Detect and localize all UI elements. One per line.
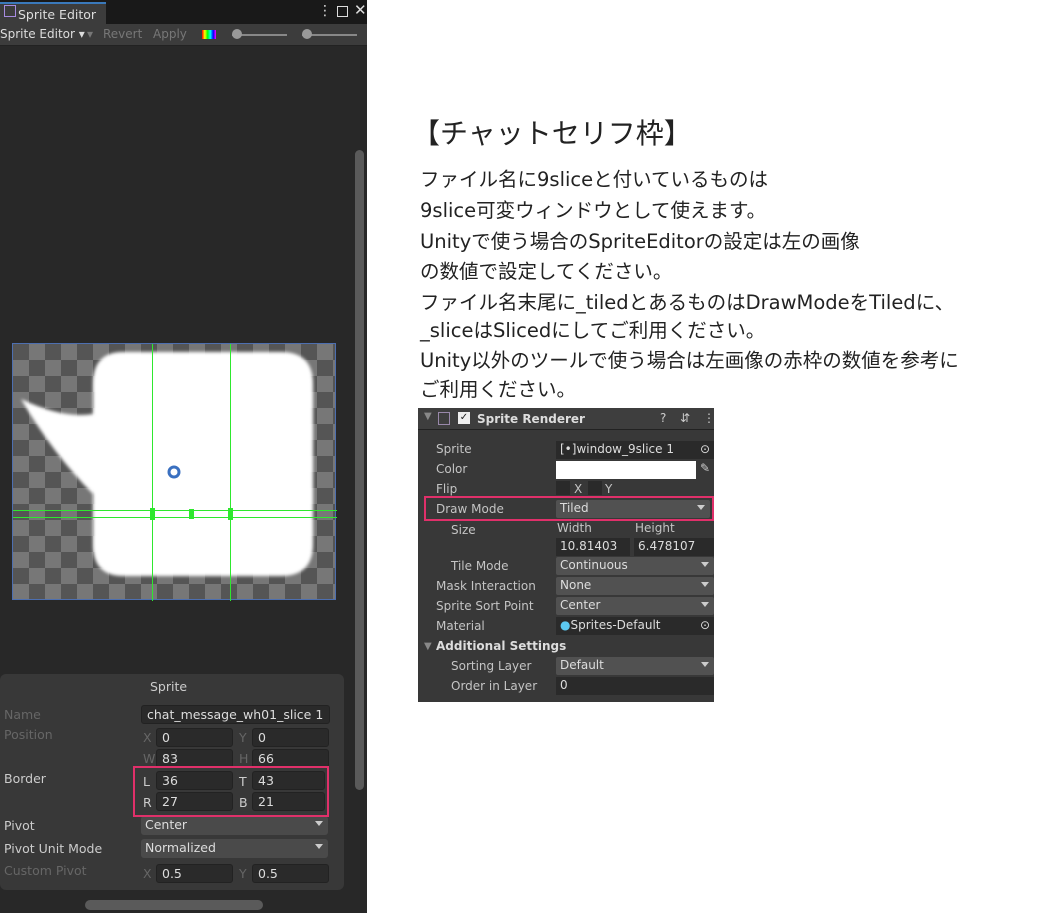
panel-title: Sprite	[150, 679, 188, 694]
flip-y-label: Y	[605, 482, 613, 496]
flip-label: Flip	[436, 482, 458, 496]
color-label: Color	[436, 462, 468, 476]
zoom-slider-handle[interactable]	[232, 29, 242, 39]
highlight-box	[424, 496, 714, 521]
slice-line-left[interactable]	[152, 344, 153, 601]
object-picker-icon: ⊙	[699, 442, 710, 456]
mask-label: Mask Interaction	[436, 579, 536, 593]
component-title: Sprite Renderer	[477, 412, 585, 426]
sprite-canvas[interactable]	[12, 343, 337, 601]
speech-bubble-sprite	[21, 352, 313, 576]
apply-button[interactable]: Apply	[153, 27, 187, 41]
fold-arrow-icon[interactable]: ▼	[424, 641, 432, 652]
custom-pivot-y-field[interactable]: 0.5	[252, 864, 329, 883]
pivot-dropdown[interactable]: Center	[141, 816, 328, 835]
slice-handle[interactable]	[189, 509, 194, 519]
article-line: ご利用ください。	[420, 378, 577, 401]
vertical-scrollbar[interactable]	[355, 150, 364, 790]
w-label: W	[143, 751, 156, 766]
sprite-editor-icon	[4, 5, 16, 17]
tab-label: Sprite Editor	[18, 7, 97, 22]
sort-point-label: Sprite Sort Point	[436, 599, 534, 613]
extra-dropdown[interactable]: ▾	[87, 27, 93, 41]
maximize-icon[interactable]	[337, 6, 348, 17]
height-label: Height	[635, 521, 675, 535]
preset-icon[interactable]: ⇵	[680, 411, 690, 425]
slice-line-top[interactable]	[13, 510, 337, 511]
sprite-label: Sprite	[436, 442, 472, 456]
cx-label: X	[143, 866, 152, 881]
flip-x-checkbox[interactable]	[556, 481, 570, 495]
tile-mode-dropdown[interactable]: Continuous	[556, 557, 714, 575]
mode-dropdown[interactable]: Sprite Editor ▾	[0, 27, 85, 41]
position-label: Position	[4, 727, 53, 742]
object-picker-icon: ⊙	[699, 618, 710, 632]
width-label: Width	[557, 521, 592, 535]
height-field[interactable]: 6.478107	[634, 538, 714, 556]
article-title: 【チャットセリフ枠】	[412, 117, 692, 150]
article-line: Unity以外のツールで使う場合は左画像の赤枠の数値を参考に	[420, 349, 959, 372]
mask-dropdown[interactable]: None	[556, 577, 714, 595]
sprite-editor-window: Sprite Editor ⋮ ✕ Sprite Editor ▾ ▾ Reve…	[0, 0, 367, 913]
article-line: _sliceはSlicedにしてご利用ください。	[420, 319, 766, 342]
more-icon[interactable]: ⋮	[703, 411, 715, 425]
pivot-unit-label: Pivot Unit Mode	[4, 841, 103, 856]
sprite-field[interactable]: [•]window_9slice 1 ⊙	[556, 441, 714, 459]
sprite-panel: Sprite Name chat_message_wh01_slice 1 Po…	[0, 674, 344, 890]
name-label: Name	[4, 707, 41, 722]
width-field[interactable]: 10.81403	[556, 538, 630, 556]
fold-arrow-icon[interactable]: ▼	[424, 411, 432, 422]
help-icon[interactable]: ?	[660, 411, 666, 425]
toolbar: Sprite Editor ▾ ▾ Revert Apply	[0, 24, 367, 46]
inspector-screenshot: ▼ ✓ Sprite Renderer ? ⇵ ⋮ Sprite [•]wind…	[418, 408, 715, 702]
position-x-field[interactable]: 0	[156, 728, 233, 747]
flip-y-checkbox[interactable]	[588, 481, 602, 495]
additional-settings-foldout[interactable]: Additional Settings	[436, 639, 566, 653]
color-channel-icon[interactable]	[202, 30, 216, 39]
slice-line-bottom[interactable]	[13, 517, 337, 518]
tile-mode-label: Tile Mode	[451, 559, 509, 573]
slice-handle[interactable]	[150, 508, 155, 520]
sprite-renderer-icon	[438, 412, 450, 425]
border-label: Border	[4, 771, 46, 786]
material-label: Material	[436, 619, 485, 633]
enabled-checkbox[interactable]: ✓	[458, 412, 470, 424]
material-field[interactable]: ●Sprites-Default ⊙	[556, 617, 714, 635]
eyedropper-icon[interactable]: ✎	[700, 461, 710, 475]
article-line: ファイル名に9sliceと付いているものは	[420, 168, 769, 191]
h-label: H	[239, 751, 249, 766]
sorting-layer-label: Sorting Layer	[451, 659, 532, 673]
custom-pivot-x-field[interactable]: 0.5	[156, 864, 233, 883]
order-label: Order in Layer	[451, 679, 538, 693]
article-line: 9slice可変ウィンドウとして使えます。	[420, 199, 767, 222]
article-line: ファイル名末尾に_tiledとあるものはDrawModeをTiledに、	[420, 291, 955, 314]
color-field[interactable]	[556, 461, 696, 479]
y-label: Y	[239, 730, 247, 745]
x-label: X	[143, 730, 152, 745]
custom-pivot-label: Custom Pivot	[4, 863, 87, 878]
sorting-layer-dropdown[interactable]: Default	[556, 657, 714, 675]
revert-button[interactable]: Revert	[103, 27, 142, 41]
slice-line-right[interactable]	[230, 344, 231, 601]
size-label: Size	[451, 523, 476, 537]
mip-slider-handle[interactable]	[302, 29, 312, 39]
more-menu-icon[interactable]: ⋮	[318, 3, 332, 19]
close-icon[interactable]: ✕	[354, 1, 367, 19]
component-header[interactable]: ▼ ✓ Sprite Renderer ? ⇵ ⋮	[418, 408, 715, 430]
sort-point-dropdown[interactable]: Center	[556, 597, 714, 615]
article-line: Unityで使う場合のSpriteEditorの設定は左の画像	[420, 230, 860, 253]
slice-handle[interactable]	[228, 508, 233, 520]
position-y-field[interactable]: 0	[252, 728, 329, 747]
order-field[interactable]: 0	[556, 677, 714, 695]
name-field[interactable]: chat_message_wh01_slice 1	[141, 705, 330, 724]
pivot-unit-dropdown[interactable]: Normalized	[141, 839, 328, 858]
pivot-label: Pivot	[4, 818, 35, 833]
highlight-box	[133, 766, 329, 817]
article-line: の数値で設定してください。	[420, 260, 673, 283]
tab-bar: Sprite Editor ⋮ ✕	[0, 0, 367, 24]
cy-label: Y	[239, 866, 247, 881]
flip-x-label: X	[574, 482, 583, 496]
horizontal-scrollbar[interactable]	[85, 900, 263, 910]
